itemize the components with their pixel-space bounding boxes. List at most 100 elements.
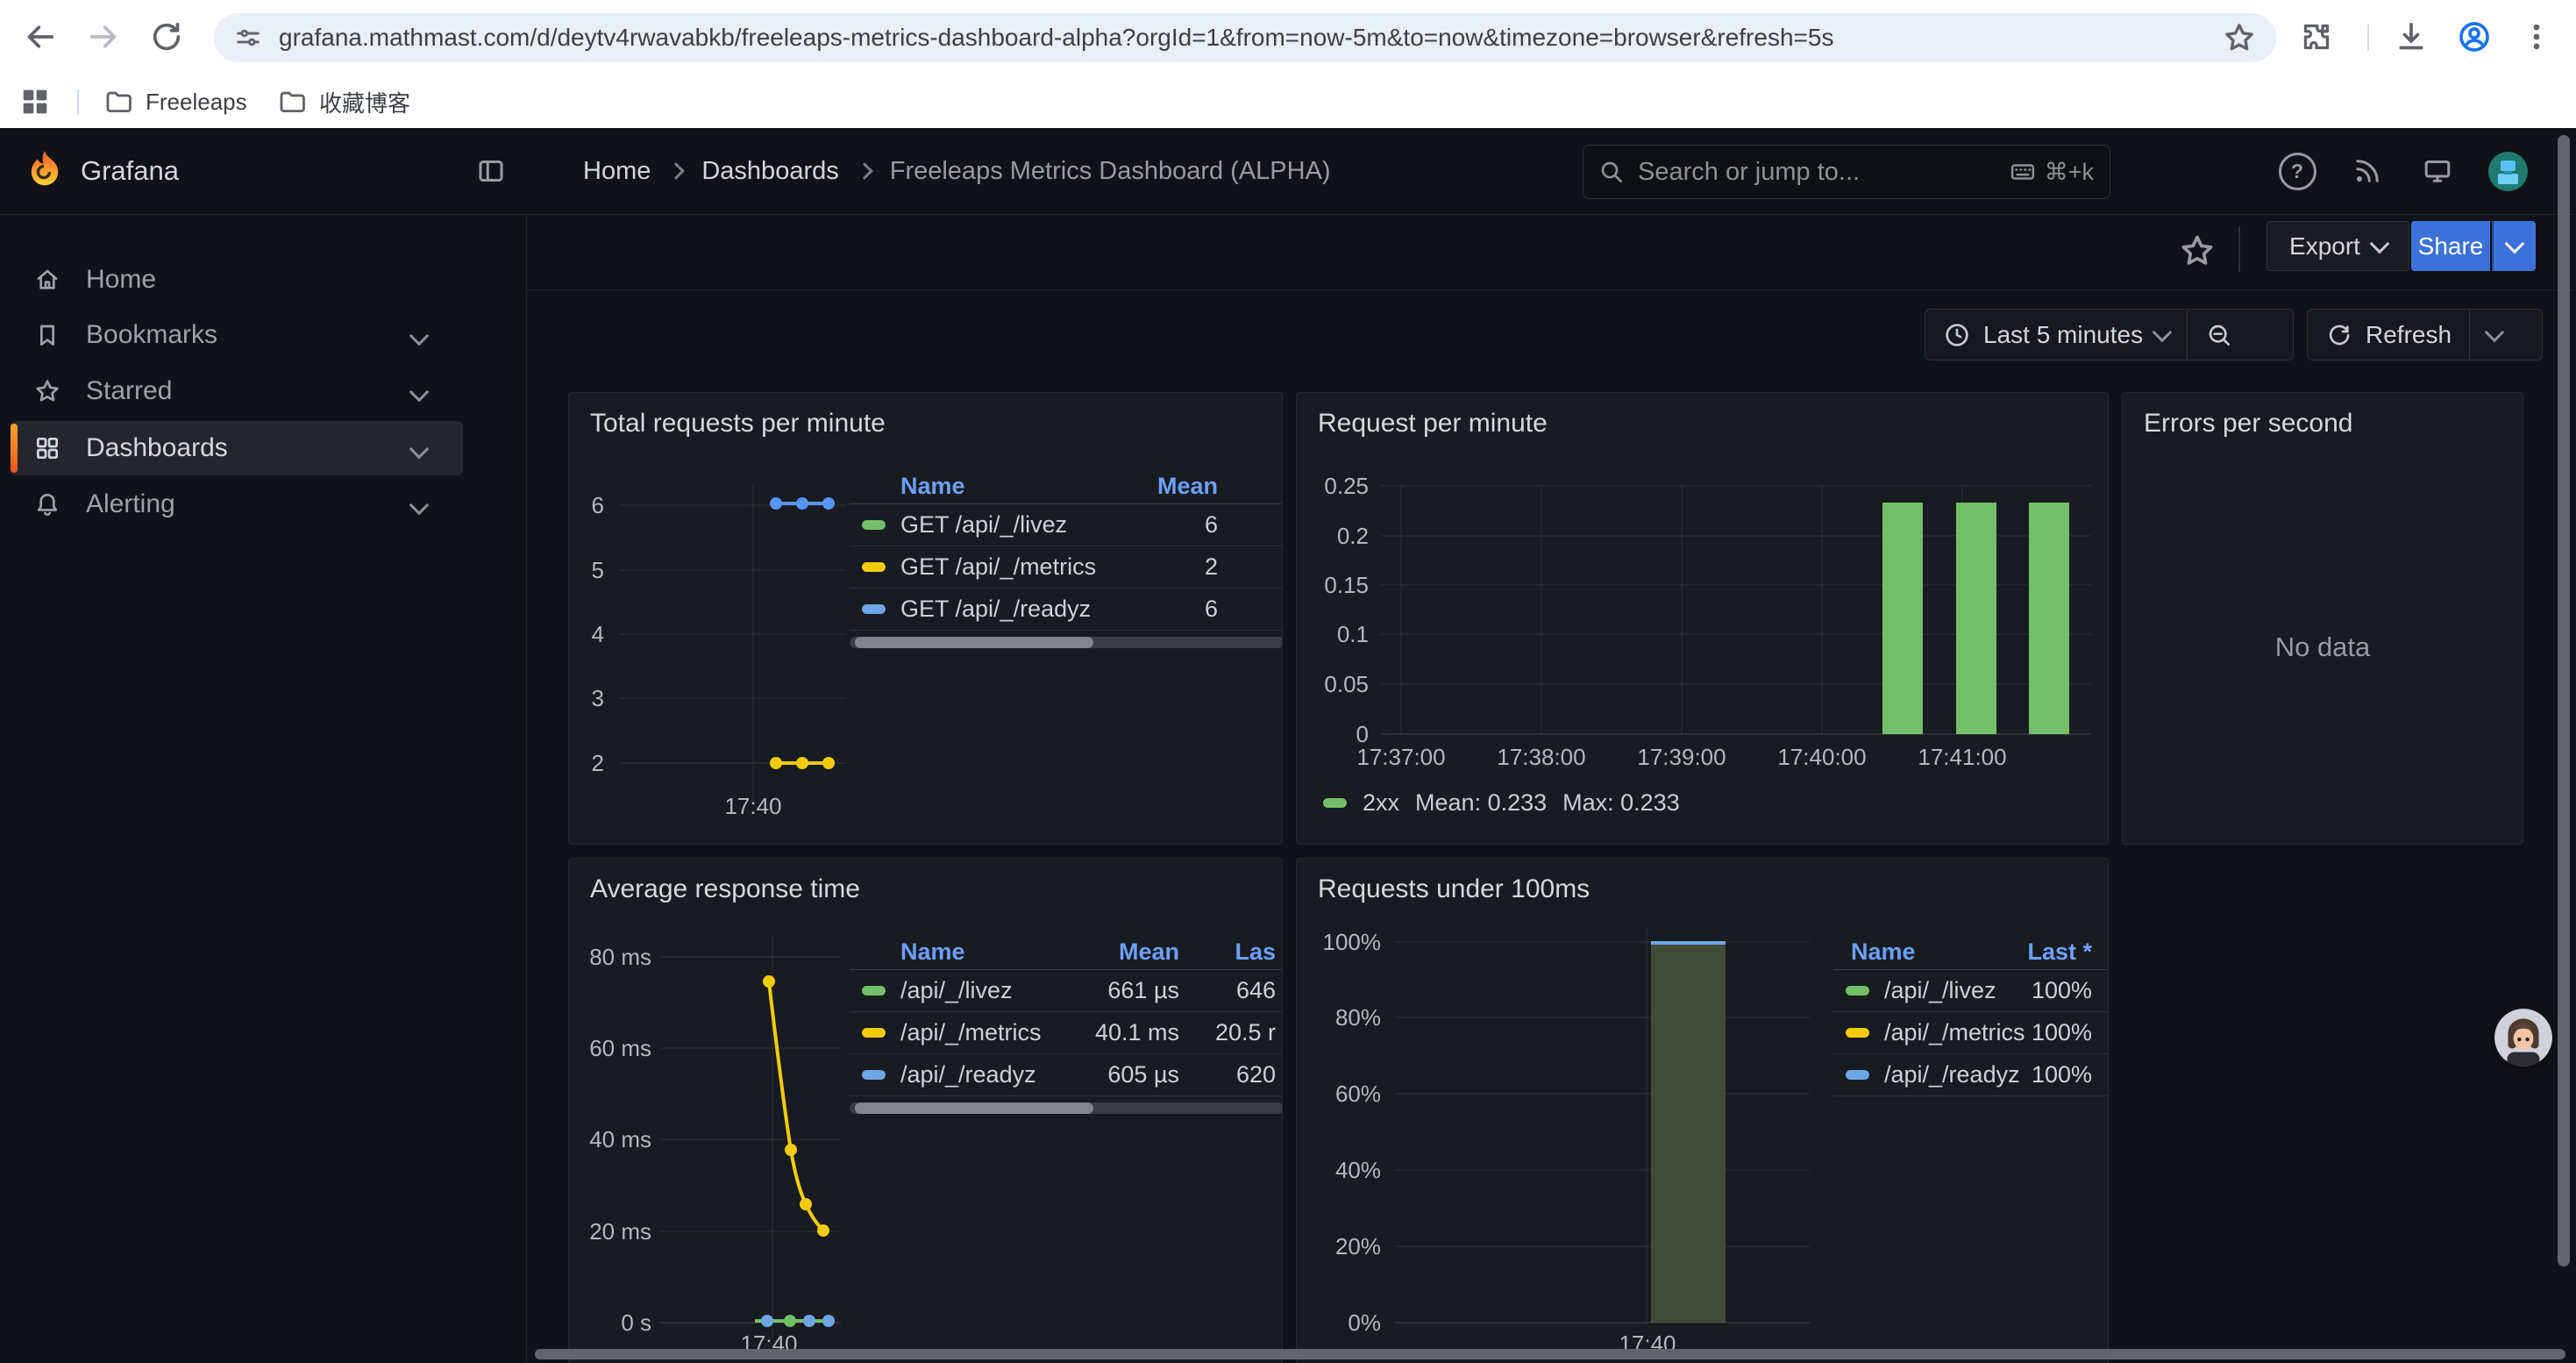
legend-row[interactable]: /api/_/readyz605 µs620 — [850, 1054, 1283, 1096]
time-range-group: Last 5 minutes — [1925, 309, 2294, 360]
brand-title[interactable]: Grafana — [81, 128, 179, 214]
star-icon — [33, 377, 61, 405]
bookmark-icon — [33, 321, 61, 349]
grafana-app: Grafana Home Dashboards Freeleaps Metric… — [0, 128, 2576, 1363]
bar-2xx — [1882, 503, 1923, 734]
share-button[interactable]: Share — [2411, 221, 2490, 271]
no-data-message: No data — [2123, 632, 2523, 663]
legend-row[interactable]: /api/_/readyz100% — [1833, 1054, 2109, 1096]
chevron-down-icon[interactable] — [409, 439, 430, 460]
breadcrumb: Home Dashboards Freeleaps Metrics Dashbo… — [583, 128, 1331, 214]
legend-row[interactable]: /api/_/livez661 µs646 — [850, 970, 1283, 1012]
download-icon[interactable] — [2390, 16, 2432, 58]
apps-grid-icon[interactable] — [14, 81, 56, 123]
sidebar-item-bookmarks[interactable]: Bookmarks — [11, 308, 463, 362]
panel-total-requests: Total requests per minute 6 5 4 3 2 17:4… — [568, 392, 1283, 845]
svg-text:0.1: 0.1 — [1337, 621, 1369, 647]
svg-text:0.15: 0.15 — [1324, 572, 1369, 598]
legend-row[interactable]: /api/_/metrics40.1 ms20.5 r — [850, 1012, 1283, 1054]
sidebar-item-starred[interactable]: Starred — [11, 364, 463, 418]
sidebar-item-label: Dashboards — [86, 421, 228, 475]
chevron-down-icon — [2485, 322, 2505, 342]
legend-table: NameMeanLas /api/_/livez661 µs646 /api/_… — [850, 934, 1283, 1114]
time-controls: Last 5 minutes Refresh — [526, 309, 2576, 360]
bookmark-folder-label: 收藏博客 — [319, 86, 410, 118]
news-rss-icon[interactable] — [2348, 152, 2387, 190]
breadcrumb-dashboards[interactable]: Dashboards — [701, 157, 838, 186]
panel-request-per-minute: Request per minute 0.25 0.2 0.15 0.1 0.0… — [1296, 392, 2109, 845]
svg-text:0.2: 0.2 — [1337, 523, 1369, 549]
user-avatar[interactable] — [2488, 152, 2528, 191]
chevron-down-icon[interactable] — [409, 496, 430, 516]
legend-row[interactable]: /api/_/livez100% — [1833, 970, 2109, 1012]
profile-icon[interactable] — [2453, 16, 2495, 58]
series-color-green — [862, 520, 886, 530]
dock-menu-icon[interactable] — [472, 152, 510, 190]
browser-menu-icon[interactable] — [2516, 16, 2558, 58]
browser-toolbar: grafana.mathmast.com/d/deytv4rwavabkb/fr… — [0, 0, 2576, 75]
export-button[interactable]: Export — [2266, 221, 2409, 271]
grafana-topnav: Grafana Home Dashboards Freeleaps Metric… — [0, 128, 2576, 215]
chevron-down-icon[interactable] — [409, 382, 430, 403]
svg-text:60%: 60% — [1335, 1081, 1381, 1107]
site-settings-icon[interactable] — [233, 23, 263, 53]
legend-row[interactable]: GET /api/_/metrics2 — [850, 546, 1283, 589]
vertical-scrollbar[interactable] — [2558, 135, 2570, 1267]
svg-text:40 ms: 40 ms — [589, 1126, 651, 1152]
grafana-logo[interactable] — [23, 149, 67, 193]
floating-assistant-avatar[interactable] — [2494, 1009, 2552, 1067]
svg-text:17:41:00: 17:41:00 — [1918, 744, 2006, 770]
help-icon[interactable] — [2278, 152, 2316, 190]
legend-row[interactable]: GET /api/_/readyz6 — [850, 589, 1283, 631]
svg-text:80%: 80% — [1335, 1004, 1381, 1031]
legend-2xx[interactable]: 2xx Mean: 0.233 Max: 0.233 — [1323, 789, 1680, 817]
series-color-yellow — [862, 562, 886, 572]
legend-row[interactable]: /api/_/metrics100% — [1833, 1012, 2109, 1054]
url-bar[interactable]: grafana.mathmast.com/d/deytv4rwavabkb/fr… — [214, 13, 2276, 62]
bookmark-folder-blogs[interactable]: 收藏博客 — [277, 75, 410, 128]
monitor-icon[interactable] — [2418, 152, 2457, 190]
toolbar-divider — [2367, 25, 2369, 51]
search-shortcut: ⌘+k — [2045, 159, 2094, 186]
refresh-group: Refresh — [2307, 309, 2543, 360]
bookmark-folder-label: Freeleaps — [146, 89, 247, 116]
share-menu-button[interactable] — [2492, 221, 2536, 271]
bookmark-star-icon[interactable] — [2222, 20, 2257, 55]
series-line-metrics — [769, 981, 823, 1231]
chevron-down-icon — [2370, 233, 2390, 253]
chevron-right-icon — [856, 162, 873, 180]
legend-row[interactable]: GET /api/_/livez6 — [850, 504, 1283, 546]
panel-title[interactable]: Errors per second — [2144, 409, 2352, 439]
sidebar-item-dashboards[interactable]: Dashboards — [11, 421, 463, 475]
legend-scrollbar[interactable] — [850, 1103, 1283, 1114]
sidebar-item-alerting[interactable]: Alerting — [11, 477, 463, 532]
forward-icon[interactable] — [82, 16, 125, 58]
sidebar-item-home[interactable]: Home — [11, 253, 463, 307]
bookmark-folder-freeleaps[interactable]: Freeleaps — [103, 75, 247, 128]
reload-icon[interactable] — [146, 16, 188, 58]
url-text: grafana.mathmast.com/d/deytv4rwavabkb/fr… — [279, 24, 2222, 52]
extensions-icon[interactable] — [2295, 16, 2338, 58]
bar-2xx — [1956, 503, 1996, 734]
breadcrumb-current: Freeleaps Metrics Dashboard (ALPHA) — [890, 157, 1331, 186]
chevron-down-icon[interactable] — [409, 326, 430, 346]
series-color-yellow — [862, 1028, 886, 1038]
svg-text:20 ms: 20 ms — [589, 1218, 651, 1245]
header-divider — [2238, 226, 2240, 272]
svg-text:0.25: 0.25 — [1324, 473, 1369, 499]
time-range-picker[interactable]: Last 5 minutes — [1925, 310, 2187, 360]
breadcrumb-home[interactable]: Home — [583, 157, 651, 186]
horizontal-scrollbar[interactable] — [535, 1349, 2565, 1359]
sidebar-item-label: Home — [86, 253, 156, 307]
dashboard-header: Export Share — [526, 214, 2576, 290]
favorite-star-icon[interactable] — [2178, 232, 2217, 270]
request-per-minute-chart: 0.25 0.2 0.15 0.1 0.05 0 17:37:00 17:38:… — [1297, 393, 2109, 845]
series-color-blue — [862, 604, 886, 614]
search-input[interactable]: Search or jump to... ⌘+k — [1583, 145, 2110, 199]
refresh-interval-button[interactable] — [2470, 310, 2519, 360]
legend-scrollbar[interactable] — [850, 637, 1283, 648]
zoom-out-button[interactable] — [2188, 310, 2251, 360]
refresh-button[interactable]: Refresh — [2308, 310, 2469, 360]
back-icon[interactable] — [19, 16, 61, 58]
svg-text:0 s: 0 s — [621, 1309, 651, 1336]
